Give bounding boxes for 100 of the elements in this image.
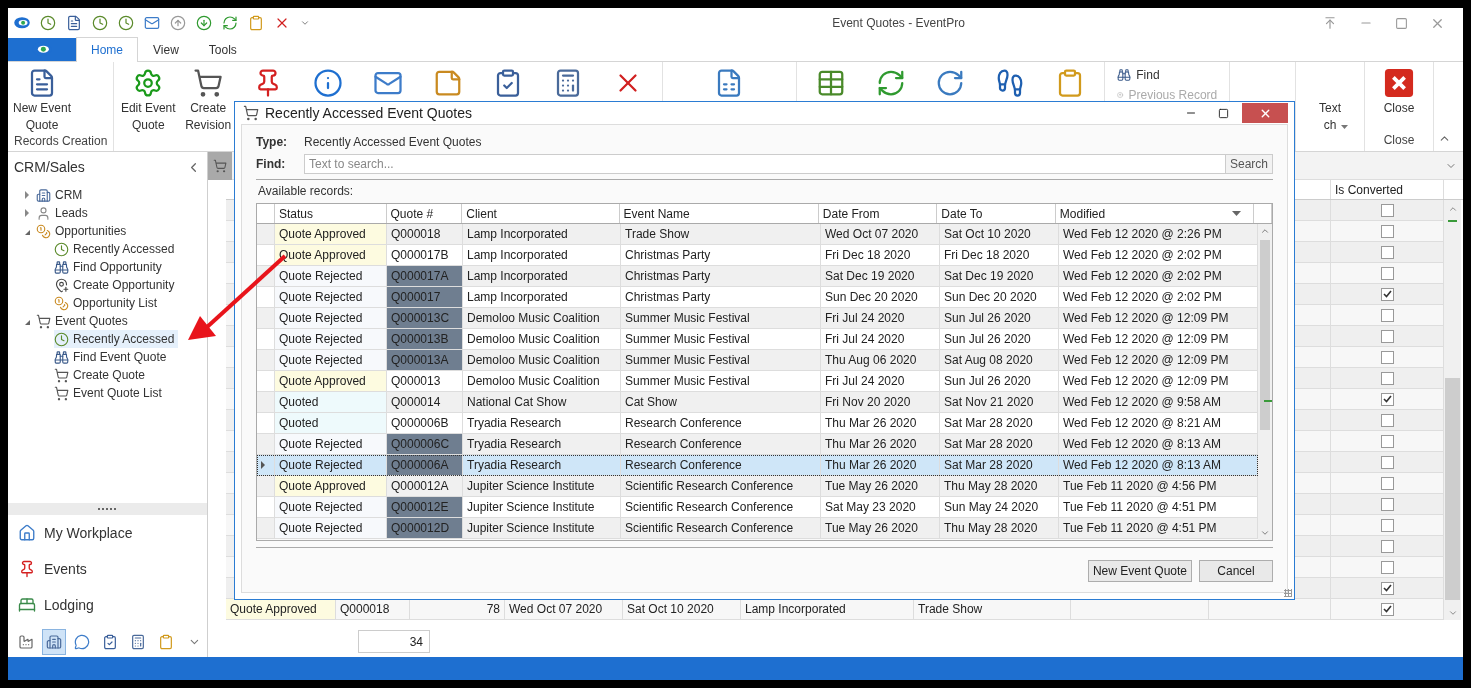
scroll-down-icon[interactable] [1447, 608, 1458, 618]
table-cell: Fri Jul 24 2020 [821, 371, 940, 391]
ribbon-tab[interactable]: Home [76, 37, 138, 62]
ribbon-button[interactable]: Close [1371, 66, 1427, 133]
table-row[interactable]: Quote Rejected Q000013B Demoloo Music Coalition Summer Music Festival Fri Jul 24 2020 Sun Jul 26 2020 Wed Feb 12 2020 @ 12:09 PM [257, 329, 1258, 350]
column-header[interactable]: Date To [937, 204, 1056, 223]
checkbox[interactable] [1380, 329, 1394, 343]
ribbon-button[interactable]: Edit Event Quote [120, 66, 177, 134]
checkbox[interactable] [1380, 518, 1394, 532]
ribbon-button[interactable]: Text ch [1302, 66, 1359, 133]
scrollbar[interactable] [1258, 224, 1272, 540]
checkbox[interactable] [1380, 413, 1394, 427]
checkbox[interactable] [1380, 602, 1394, 616]
tree-item[interactable]: Event Quote List [54, 384, 166, 402]
scrollbar[interactable] [1444, 200, 1461, 620]
tree-item[interactable]: Opportunities [36, 222, 131, 240]
tree-item[interactable]: Leads [36, 204, 92, 222]
tree-item[interactable]: Opportunity List [54, 294, 162, 312]
toolbar-button[interactable] [144, 15, 160, 31]
table-row[interactable]: Quote Rejected Q000017 Lamp Incorporated Christmas Party Sun Dec 20 2020 Sun Dec 20 2020 Wed Feb 12 2020 @ 2:02 PM [257, 287, 1258, 308]
nav-item[interactable]: Events [8, 551, 207, 587]
search-field[interactable]: Text to search... Search [304, 154, 1273, 174]
tree-item[interactable]: Create Quote [54, 366, 150, 384]
tree-item[interactable]: Create Opportunity [54, 276, 179, 294]
column-header[interactable]: Client [462, 204, 620, 223]
checkbox[interactable] [1380, 455, 1394, 469]
toolbar-button[interactable] [170, 15, 186, 31]
checkbox[interactable] [1380, 497, 1394, 511]
toolbar-button[interactable] [40, 15, 56, 31]
column-header[interactable]: Modified [1055, 204, 1255, 223]
checkbox[interactable] [1380, 287, 1394, 301]
table-row[interactable]: Quoted Q000006B Tryadia Research Research Conference Thu Mar 26 2020 Sat Mar 28 2020 Wed Feb 12 2020 @ 8:21 AM [257, 413, 1258, 434]
toolbar-button[interactable] [92, 15, 108, 31]
expander-icon[interactable] [25, 209, 29, 217]
checkbox[interactable] [1380, 224, 1394, 238]
resize-grip-icon[interactable] [1284, 589, 1292, 597]
splitter-grip[interactable] [8, 503, 207, 515]
checkbox[interactable] [1380, 350, 1394, 364]
scroll-up-icon[interactable] [1447, 204, 1458, 214]
close-button[interactable] [1242, 103, 1288, 123]
checkbox[interactable] [1380, 371, 1394, 385]
table-row[interactable]: Quoted Q000014 National Cat Show Cat Show Fri Nov 20 2020 Sat Nov 21 2020 Wed Feb 12 2020 @ 9:58 AM [257, 392, 1258, 413]
document-tab[interactable] [208, 151, 232, 180]
app-menu-button[interactable] [8, 38, 76, 61]
column-header[interactable]: Date From [818, 204, 938, 223]
checkbox[interactable] [1380, 308, 1394, 322]
table-row[interactable]: Quote Approved Q000012A Jupiter Science Institute Scientific Research Conference Tue May 26 2020 Thu May 28 2020 Tue Feb 11 2020 @ 4:56 PM [257, 476, 1258, 497]
checkbox[interactable] [1380, 560, 1394, 574]
ribbon-display-icon[interactable] [1323, 16, 1337, 30]
table-row[interactable]: Quote Approved Q000013 Demoloo Music Coalition Summer Music Festival Fri Jul 24 2020 Sun Jul 26 2020 Wed Feb 12 2020 @ 12:09 PM [257, 371, 1258, 392]
column-header[interactable]: Event Name [619, 204, 819, 223]
toolbar-button[interactable] [66, 15, 82, 31]
table-row[interactable]: Quote Rejected Q000006C Tryadia Research Research Conference Thu Mar 26 2020 Sat Mar 28 2020 Wed Feb 12 2020 @ 8:13 AM [257, 434, 1258, 455]
ribbon-button[interactable]: New Event Quote [14, 66, 70, 134]
toolbar-button[interactable] [196, 15, 212, 31]
record-count: 34 [358, 630, 430, 653]
tree-item[interactable]: Event Quotes [36, 312, 132, 330]
tree-item[interactable]: Recently Accessed [54, 240, 179, 258]
scroll-down-icon[interactable] [1260, 528, 1270, 538]
tree-item[interactable]: Find Opportunity [54, 258, 166, 276]
checkbox[interactable] [1380, 539, 1394, 553]
new-quote-button[interactable]: New Event Quote [1087, 560, 1192, 582]
table-row[interactable]: Quote Rejected Q000017A Lamp Incorporated Christmas Party Sat Dec 19 2020 Sat Dec 19 2020 Wed Feb 12 2020 @ 2:02 PM [257, 266, 1258, 287]
maximize-icon[interactable] [1217, 107, 1229, 119]
search-button[interactable]: Search [1224, 155, 1272, 173]
checkbox[interactable] [1380, 434, 1394, 448]
table-row[interactable]: Quote Approved Q000018 Lamp Incorporated Trade Show Wed Oct 07 2020 Sat Oct 10 2020 Wed Feb 12 2020 @ 2:26 PM [257, 224, 1258, 245]
module-button[interactable] [42, 629, 67, 655]
toolbar-button[interactable] [222, 15, 238, 31]
ribbon-small-button[interactable]: Find [1117, 68, 1218, 82]
table-row[interactable]: Quote Rejected Q000012E Jupiter Science Institute Scientific Research Conference Sat May 23 2020 Sun May 24 2020 Tue Feb 11 2020 @ 4:51 PM [257, 497, 1258, 518]
expander-icon[interactable] [25, 191, 29, 199]
tree-item[interactable]: Recently Accessed [54, 330, 179, 348]
table-row[interactable]: Quote Rejected Q000006A Tryadia Research Research Conference Thu Mar 26 2020 Sat Mar 28 2020 Wed Feb 12 2020 @ 8:13 AM [257, 455, 1258, 476]
checkbox[interactable] [1380, 581, 1394, 595]
checkbox[interactable] [1380, 392, 1394, 406]
nav-item[interactable]: Lodging [8, 587, 207, 623]
scroll-up-icon[interactable] [1260, 226, 1270, 236]
checkbox[interactable] [1380, 266, 1394, 280]
nav-item[interactable]: My Workplace [8, 515, 207, 551]
column-header[interactable]: Quote # [386, 204, 463, 223]
table-row[interactable]: Quote Approved Q000017B Lamp Incorporated Christmas Party Fri Dec 18 2020 Fri Dec 18 2020 Wed Feb 12 2020 @ 2:02 PM [257, 245, 1258, 266]
customize-dropdown-button[interactable] [300, 18, 310, 28]
tree-item[interactable]: Find Event Quote [54, 348, 171, 366]
checkbox[interactable] [1380, 476, 1394, 490]
table-row[interactable]: Quote Rejected Q000013A Demoloo Music Coalition Summer Music Festival Thu Aug 06 2020 Sat Aug 08 2020 Wed Feb 12 2020 @ 12:09 PM [257, 350, 1258, 371]
checkbox[interactable] [1380, 203, 1394, 217]
table-row[interactable]: Quote Rejected Q000013C Demoloo Music Coalition Summer Music Festival Fri Jul 24 2020 Sun Jul 26 2020 Wed Feb 12 2020 @ 12:09 PM [257, 308, 1258, 329]
column-header[interactable]: Status [274, 204, 387, 223]
expander-icon[interactable] [24, 319, 30, 325]
cancel-button[interactable]: Cancel [1199, 560, 1273, 582]
toolbar-button[interactable] [14, 17, 30, 29]
expander-icon[interactable] [24, 229, 30, 235]
ribbon-button[interactable]: Create Revision [180, 66, 237, 134]
checkbox[interactable] [1380, 245, 1394, 259]
button-label: Quote [131, 119, 165, 132]
toolbar-button[interactable] [118, 15, 134, 31]
column-header[interactable]: Is Converted [1331, 180, 1444, 199]
table-row[interactable]: Quote Rejected Q000012D Jupiter Science Institute Scientific Research Conference Tue May 26 2020 Thu May 28 2020 Tue Feb 11 2020 @ 4:51 PM [257, 518, 1258, 539]
tree-item[interactable]: CRM [36, 186, 87, 204]
